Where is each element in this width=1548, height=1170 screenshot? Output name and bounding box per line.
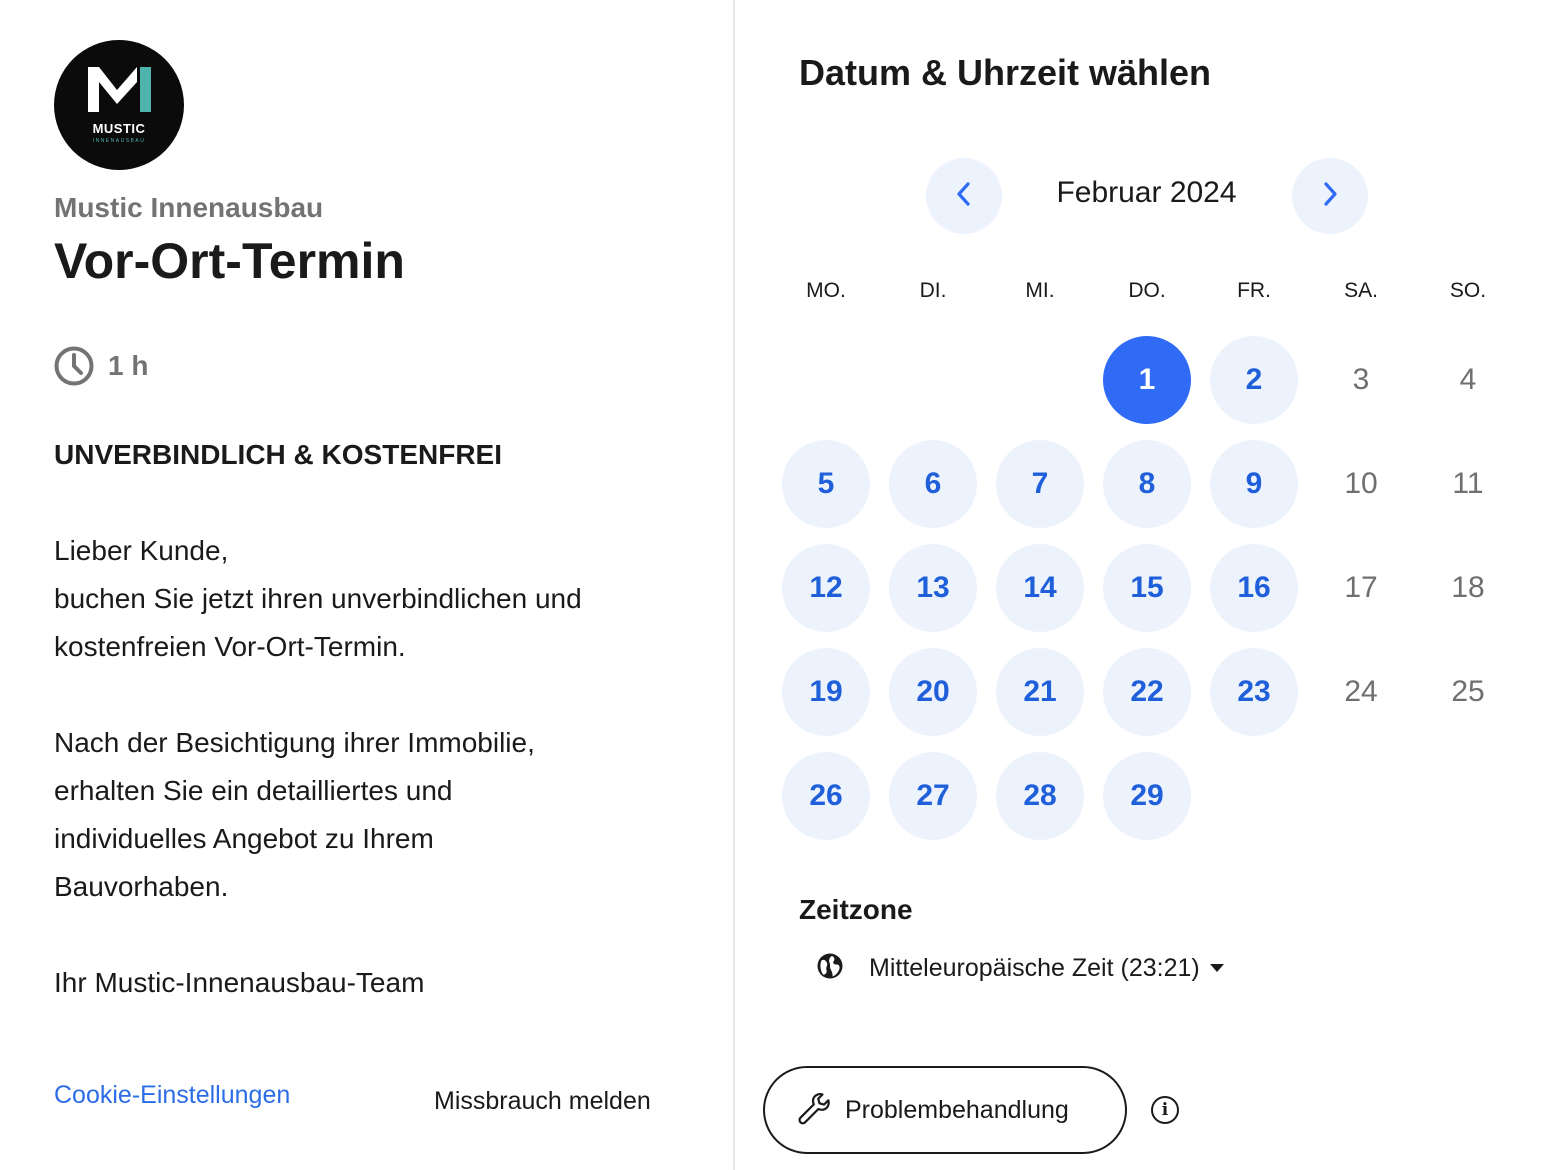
chevron-right-icon — [1320, 180, 1340, 213]
caret-down-icon — [1209, 964, 1224, 972]
calendar-day-available[interactable]: 13 — [889, 544, 977, 632]
calendar-day-unavailable: 11 — [1452, 467, 1484, 500]
description-line: Nach der Besichtigung ihrer Immobilie, — [54, 727, 535, 758]
calendar-day-available[interactable]: 19 — [782, 648, 870, 736]
description-line: individuelles Angebot zu Ihrem — [54, 823, 434, 854]
calendar-day-available[interactable]: 15 — [1103, 544, 1191, 632]
calendar-day-available[interactable]: 22 — [1103, 648, 1191, 736]
calendar-day-available[interactable]: 7 — [996, 440, 1084, 528]
info-icon[interactable]: i — [1151, 1096, 1179, 1124]
calendar-day-unavailable: 25 — [1451, 675, 1485, 708]
calendar-day-available[interactable]: 26 — [782, 752, 870, 840]
report-abuse-link[interactable]: Missbrauch melden — [434, 1087, 651, 1116]
calendar-day-unavailable: 18 — [1451, 571, 1485, 604]
calendar-day-available[interactable]: 2 — [1210, 336, 1298, 424]
description-line: kostenfreien Vor-Ort-Termin. — [54, 631, 406, 662]
duration-text: 1 h — [108, 350, 149, 381]
wrench-icon — [795, 1090, 831, 1131]
calendar-day-available[interactable]: 9 — [1210, 440, 1298, 528]
previous-month-button[interactable] — [926, 158, 1002, 234]
calendar-day-available[interactable]: 16 — [1210, 544, 1298, 632]
logo-subtext: INNENAUSBAU — [92, 138, 146, 144]
date-time-panel: Datum & Uhrzeit wählen Februar 2024 MO. D… — [735, 0, 1548, 1170]
calendar-day-selected[interactable]: 1 — [1103, 336, 1191, 424]
calendar-day-unavailable: 24 — [1344, 675, 1378, 708]
troubleshooting-button[interactable]: Problembehandlung — [763, 1066, 1127, 1154]
calendar-day-available[interactable]: 12 — [782, 544, 870, 632]
globe-icon — [815, 951, 845, 986]
company-name: Mustic Innenausbau — [54, 192, 324, 223]
panel-title: Datum & Uhrzeit wählen — [799, 52, 1212, 93]
weekday-label: MO. — [806, 279, 846, 302]
weekday-label: SA. — [1344, 279, 1378, 302]
calendar-day-unavailable: 3 — [1352, 363, 1370, 396]
weekday-label: SO. — [1449, 279, 1487, 302]
cookie-settings-link[interactable]: Cookie-Einstellungen — [54, 1081, 290, 1110]
chevron-left-icon — [954, 180, 974, 213]
calendar-day-available[interactable]: 8 — [1103, 440, 1191, 528]
duration-row: 1 h — [54, 346, 148, 386]
calendar-day-available[interactable]: 23 — [1210, 648, 1298, 736]
calendar-day-unavailable: 17 — [1344, 571, 1378, 604]
month-label: Februar 2024 — [1056, 176, 1237, 209]
event-details-panel: MUSTIC INNENAUSBAU Mustic Innenausbau Vo… — [0, 0, 733, 1170]
event-title: Vor-Ort-Termin — [54, 233, 405, 289]
description-line: Lieber Kunde, — [54, 535, 229, 566]
troubleshooting-label: Problembehandlung — [845, 1095, 1069, 1124]
calendar-day-available[interactable]: 28 — [996, 752, 1084, 840]
weekday-label: FR. — [1237, 279, 1271, 302]
timezone-select[interactable]: Mitteleuropäische Zeit (23:21) — [815, 948, 1224, 988]
weekday-label: DO. — [1128, 279, 1166, 302]
description-heading: UNVERBINDLICH & KOSTENFREI — [54, 439, 503, 470]
calendar-day-available[interactable]: 5 — [782, 440, 870, 528]
company-logo: MUSTIC INNENAUSBAU — [54, 40, 184, 170]
description-line: erhalten Sie ein detailliertes und — [54, 775, 453, 806]
logo-text: MUSTIC — [92, 121, 146, 136]
calendar-day-unavailable: 4 — [1459, 363, 1477, 396]
calendar-day-available[interactable]: 27 — [889, 752, 977, 840]
calendar-day-unavailable: 10 — [1344, 467, 1378, 500]
weekday-label: DI. — [919, 279, 947, 302]
description-line: Ihr Mustic-Innenausbau-Team — [54, 967, 425, 998]
calendar-day-available[interactable]: 14 — [996, 544, 1084, 632]
timezone-label: Zeitzone — [799, 894, 913, 925]
weekday-label: MI. — [1025, 279, 1055, 302]
calendar-day-available[interactable]: 21 — [996, 648, 1084, 736]
logo-mark-icon — [88, 67, 151, 112]
calendar-day-available[interactable]: 6 — [889, 440, 977, 528]
timezone-value: Mitteleuropäische Zeit (23:21) — [869, 953, 1200, 982]
next-month-button[interactable] — [1292, 158, 1368, 234]
clock-icon — [54, 346, 94, 386]
calendar-day-available[interactable]: 20 — [889, 648, 977, 736]
description-line: buchen Sie jetzt ihren unverbindlichen u… — [54, 583, 582, 614]
calendar-day-available[interactable]: 29 — [1103, 752, 1191, 840]
description-line: Bauvorhaben. — [54, 871, 229, 902]
